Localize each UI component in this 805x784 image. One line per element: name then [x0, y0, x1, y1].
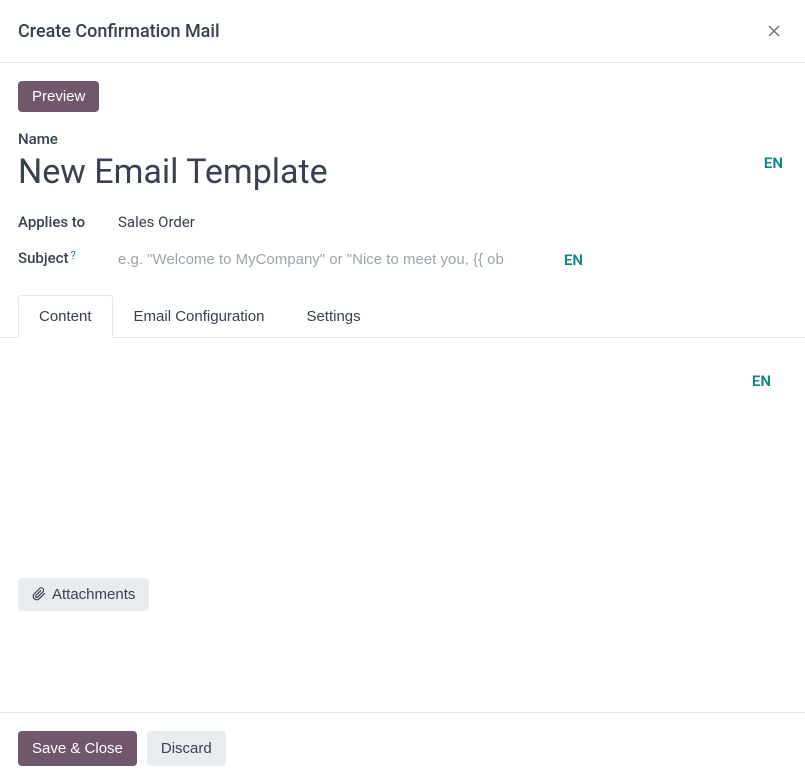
modal-title: Create Confirmation Mail [18, 21, 220, 42]
tabs: Content Email Configuration Settings [0, 295, 805, 338]
attachments-label: Attachments [52, 586, 135, 603]
name-lang-badge[interactable]: EN [760, 152, 787, 174]
name-label: Name [18, 130, 787, 148]
preview-button[interactable]: Preview [18, 81, 99, 112]
save-and-close-button[interactable]: Save & Close [18, 731, 137, 766]
close-button[interactable] [761, 18, 787, 44]
content-lang-badge[interactable]: EN [748, 370, 775, 392]
tab-content[interactable]: Content [18, 295, 113, 338]
applies-to-value[interactable]: Sales Order [118, 213, 195, 231]
close-icon [765, 22, 783, 40]
subject-lang-badge[interactable]: EN [560, 249, 587, 271]
subject-input[interactable] [118, 251, 568, 268]
applies-to-field: Applies to Sales Order [18, 213, 787, 231]
subject-label: Subject [18, 249, 68, 267]
modal-body: Preview Name New Email Template EN Appli… [0, 63, 805, 629]
name-field: Name New Email Template EN [18, 130, 787, 193]
applies-to-label: Applies to [18, 213, 90, 231]
template-name-input[interactable]: New Email Template [18, 152, 328, 193]
subject-help-icon[interactable]: ? [70, 249, 75, 262]
tab-settings[interactable]: Settings [285, 295, 381, 337]
content-area[interactable]: EN [18, 338, 787, 578]
paperclip-icon [32, 587, 46, 601]
modal-header: Create Confirmation Mail [0, 0, 805, 63]
tab-email-configuration[interactable]: Email Configuration [113, 295, 286, 337]
attachments-button[interactable]: Attachments [18, 578, 149, 611]
modal-footer: Save & Close Discard [0, 712, 805, 784]
subject-field: Subject ? EN [18, 249, 787, 271]
discard-button[interactable]: Discard [147, 731, 226, 766]
